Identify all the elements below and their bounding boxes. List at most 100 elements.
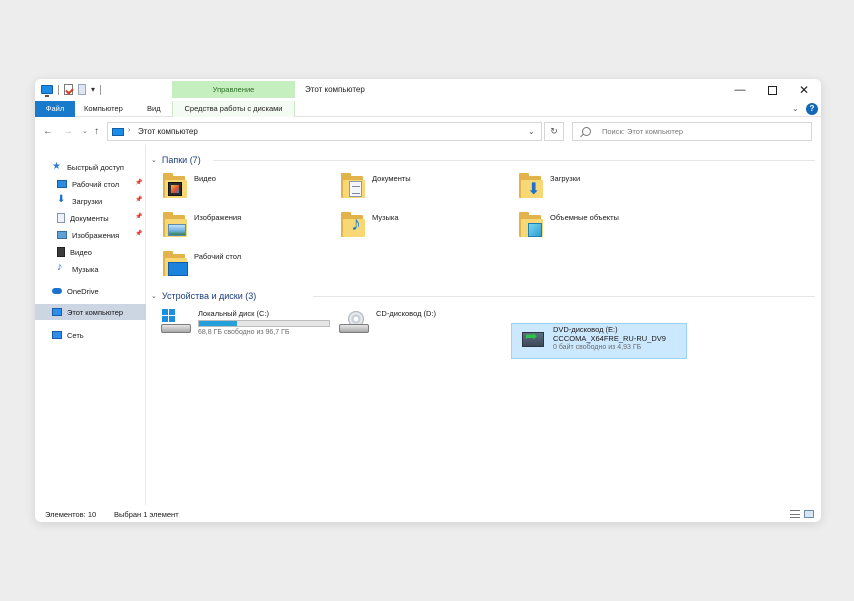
sidebar-item-label: Документы [70, 213, 109, 223]
navigation-bar: ← → ⌄ ↑ › Этот компьютер ⌄ ↻ Поиск: Этот… [35, 117, 821, 145]
drive-volume-label: CCCOMA_X64FRE_RU-RU_DV9 [553, 334, 666, 343]
sidebar-item-this-pc[interactable]: Этот компьютер [35, 304, 146, 320]
search-icon [582, 127, 591, 136]
folder-label: Документы [372, 174, 411, 183]
breadcrumb-chevron-icon[interactable]: › [128, 127, 130, 134]
drive-name: DVD-дисковод (E:) [553, 325, 618, 334]
folder-icon [341, 173, 368, 199]
drive-dvd-e[interactable]: ➦ DVD-дисковод (E:) CCCOMA_X64FRE_RU-RU_… [515, 325, 666, 355]
folder-icon [519, 212, 546, 238]
sidebar-item-label: Загрузки [72, 196, 103, 206]
tab-computer[interactable]: Компьютер [84, 101, 123, 117]
cd-drive-icon [338, 309, 372, 339]
address-bar[interactable]: › Этот компьютер ⌄ [107, 122, 542, 141]
expand-ribbon-icon[interactable]: ⌄ [792, 104, 799, 113]
group-title: Устройства и диски (3) [161, 291, 257, 301]
customize-toolbar-icon[interactable]: ▾ [91, 85, 95, 94]
tab-drive-tools[interactable]: Средства работы с дисками [172, 101, 295, 117]
windows-logo-icon [162, 309, 176, 323]
details-view-icon[interactable] [790, 510, 800, 518]
recent-locations-button[interactable]: ⌄ [82, 127, 88, 135]
sidebar-item-quick-access[interactable]: ★ Быстрый доступ [35, 159, 146, 175]
devices-group-header[interactable]: ⌄ Устройства и диски (3) [151, 289, 256, 303]
sidebar-item-label: OneDrive [67, 286, 99, 296]
drive-name: CD-дисковод (D:) [376, 309, 437, 318]
folder-3d-objects[interactable]: Объемные объекты [519, 212, 619, 238]
folder-icon [163, 173, 190, 199]
folder-desktop[interactable]: Рабочий стол [163, 251, 241, 277]
maximize-icon [767, 85, 777, 95]
sidebar-item-music[interactable]: Музыка [35, 261, 146, 277]
video-icon [168, 182, 182, 196]
sidebar-item-pictures[interactable]: Изображения 📌 [35, 227, 146, 243]
sidebar-item-videos[interactable]: Видео [35, 244, 146, 260]
close-button[interactable]: ✕ [789, 82, 819, 98]
sidebar-item-label: Сеть [67, 330, 84, 340]
pictures-icon [168, 224, 186, 236]
chevron-down-icon: ⌄ [151, 293, 157, 300]
address-dropdown-icon[interactable]: ⌄ [528, 127, 535, 136]
downloads-icon [527, 179, 541, 199]
chevron-down-icon: ⌄ [151, 157, 157, 164]
refresh-button[interactable]: ↻ [544, 122, 564, 141]
new-folder-icon[interactable] [78, 84, 86, 95]
help-icon[interactable]: ? [806, 103, 818, 115]
tab-view[interactable]: Вид [147, 101, 161, 117]
drive-usage-bar [198, 320, 330, 327]
folder-music[interactable]: Музыка [341, 212, 399, 238]
drive-cd-d[interactable]: CD-дисковод (D:) [338, 309, 436, 339]
toolbar-separator [100, 84, 102, 95]
sidebar-item-label: Видео [70, 247, 92, 257]
explorer-window: ▾ Управление Этот компьютер — ✕ Файл Ком… [35, 79, 821, 522]
up-button[interactable]: ↑ [94, 126, 99, 137]
folder-label: Музыка [372, 213, 399, 222]
pin-icon[interactable]: 📌 [135, 179, 142, 186]
back-button[interactable]: ← [43, 126, 53, 137]
quick-access-toolbar: ▾ [41, 84, 102, 97]
folder-documents[interactable]: Документы [341, 173, 411, 199]
forward-button[interactable]: → [63, 126, 73, 137]
maximize-button[interactable] [757, 82, 787, 98]
toolbar-separator [58, 84, 59, 95]
desktop-icon [168, 262, 188, 276]
manage-context-tab[interactable]: Управление [172, 81, 295, 98]
item-count: Элементов: 10 [45, 510, 97, 519]
sidebar-item-label: Рабочий стол [72, 179, 120, 189]
drive-local-c[interactable]: Локальный диск (C:) 68,8 ГБ свободно из … [160, 309, 330, 339]
sidebar-item-network[interactable]: Сеть [35, 327, 146, 343]
large-icons-view-icon[interactable] [804, 510, 814, 518]
documents-icon [349, 181, 362, 197]
properties-icon[interactable] [64, 84, 73, 95]
pin-icon[interactable]: 📌 [135, 213, 142, 220]
sidebar-item-label: Изображения [72, 230, 120, 240]
tab-file[interactable]: Файл [35, 101, 75, 117]
sidebar-item-label: Быстрый доступ [67, 162, 124, 172]
drive-name: Локальный диск (C:) [198, 309, 269, 318]
group-divider [213, 160, 815, 161]
search-input[interactable]: Поиск: Этот компьютер [572, 122, 812, 141]
folder-downloads[interactable]: Загрузки [519, 173, 580, 199]
music-icon [57, 261, 67, 274]
search-placeholder: Поиск: Этот компьютер [602, 127, 684, 136]
computer-icon[interactable] [41, 85, 53, 97]
downloads-icon [57, 194, 67, 206]
minimize-button[interactable]: — [725, 82, 755, 98]
dvd-drive-icon: ➦ [515, 325, 549, 355]
group-title: Папки (7) [161, 155, 201, 165]
pin-icon[interactable]: 📌 [135, 230, 142, 237]
sidebar-item-downloads[interactable]: Загрузки 📌 [35, 193, 146, 209]
folder-videos[interactable]: Видео [163, 173, 216, 199]
drive-free-space: 68,8 ГБ свободно из 96,7 ГБ [198, 329, 290, 336]
drive-usage-fill [199, 321, 237, 326]
breadcrumb-this-pc[interactable]: Этот компьютер [138, 127, 198, 136]
folder-pictures[interactable]: Изображения [163, 212, 241, 238]
group-divider [313, 296, 815, 297]
folder-label: Видео [194, 174, 216, 183]
sidebar-item-documents[interactable]: Документы 📌 [35, 210, 146, 226]
cube-icon [528, 223, 542, 237]
sidebar-item-desktop[interactable]: Рабочий стол 📌 [35, 176, 146, 192]
folders-group-header[interactable]: ⌄ Папки (7) [151, 153, 201, 167]
pin-icon[interactable]: 📌 [135, 196, 142, 203]
sidebar-item-onedrive[interactable]: OneDrive [35, 283, 146, 299]
local-disk-icon [160, 309, 194, 339]
